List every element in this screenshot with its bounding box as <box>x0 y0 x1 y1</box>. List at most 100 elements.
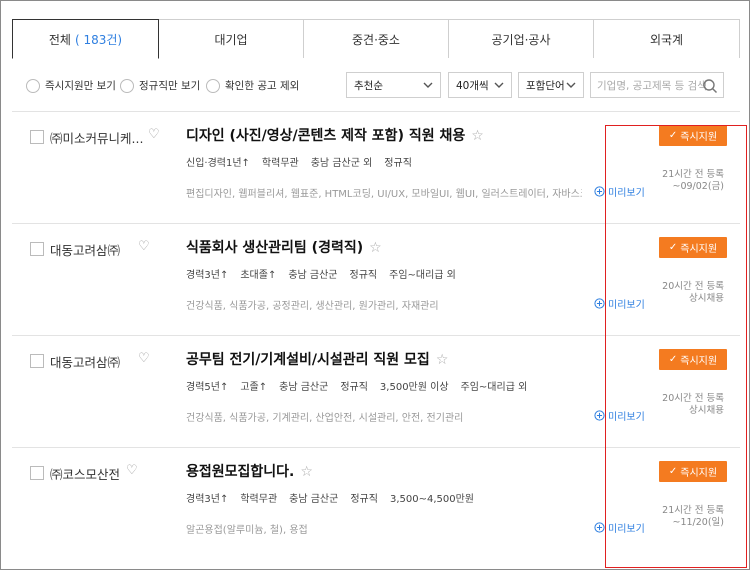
tab-mid-small[interactable]: 중견·중소 <box>304 19 449 58</box>
preview-label: 미리보기 <box>608 300 645 311</box>
search-input[interactable]: 기업명, 공고제목 등 검색 <box>590 72 724 98</box>
apply-button[interactable]: ✓ 즉시지원 <box>659 125 727 146</box>
posted-info: 21시간 전 등록 ~11/20(일) <box>662 505 724 529</box>
company-name[interactable]: 대동고려삼㈜ <box>50 240 120 259</box>
job-title[interactable]: 공무팀 전기/기계설비/시설관리 직원 모집 ☆ <box>186 349 448 369</box>
deadline: 상시채용 <box>689 405 724 416</box>
heart-icon[interactable]: ♡ <box>138 351 150 366</box>
sort-select-value: 추천순 <box>354 79 383 92</box>
condition-experience: 경력5년↑ <box>186 382 229 393</box>
apply-button-label: 즉시지원 <box>680 468 718 479</box>
condition-location: 충남 금산군 <box>288 270 338 281</box>
apply-button[interactable]: ✓ 즉시지원 <box>659 349 727 370</box>
heart-icon[interactable]: ♡ <box>148 127 160 142</box>
job-title-text: 용접원모집합니다. <box>186 464 295 480</box>
job-conditions: 경력3년↑ 학력무관 충남 금산군 정규직 3,500~4,500만원 <box>186 490 486 505</box>
condition-experience: 신입·경력1년↑ <box>186 158 250 169</box>
job-tags: 알곤용접(알루미늄, 철), 용접 <box>186 525 308 536</box>
filter-immediate-only-label: 즉시지원만 보기 <box>45 80 116 92</box>
star-icon[interactable]: ☆ <box>300 464 313 480</box>
search-icon[interactable] <box>702 78 718 94</box>
filter-regular-only[interactable]: 정규직만 보기 <box>120 78 200 93</box>
plus-circle-icon <box>594 186 605 197</box>
job-row: ㈜미소커뮤니케... ♡ 디자인 (사진/영상/콘텐츠 제작 포함) 직원 채용… <box>12 112 740 224</box>
posted-time: 21시간 전 등록 <box>662 505 724 516</box>
job-checkbox[interactable] <box>30 130 44 144</box>
condition-employment-type: 정규직 <box>340 382 368 393</box>
job-title-text: 식품회사 생산관리팀 (경력직) <box>186 240 364 256</box>
job-title-text: 디자인 (사진/영상/콘텐츠 제작 포함) 직원 채용 <box>186 128 466 144</box>
job-checkbox[interactable] <box>30 242 44 256</box>
tab-public-label: 공기업·공사 <box>491 32 551 47</box>
per-page-select[interactable]: 40개씩 <box>448 72 512 98</box>
apply-button-label: 즉시지원 <box>680 356 718 367</box>
sort-select[interactable]: 추천순 <box>346 72 441 98</box>
tab-all-label: 전체 <box>48 32 71 47</box>
apply-button-label: 즉시지원 <box>680 244 718 255</box>
radio-icon <box>206 78 220 93</box>
deadline: ~11/20(일) <box>672 517 725 528</box>
chevron-down-icon <box>494 82 504 88</box>
condition-location: 충남 금산군 <box>289 494 339 505</box>
search-placeholder: 기업명, 공고제목 등 검색 <box>597 79 707 92</box>
job-conditions: 신입·경력1년↑ 학력무관 충남 금산군 외 정규직 <box>186 154 424 169</box>
filter-bar: 즉시지원만 보기 정규직만 보기 확인한 공고 제외 추천순 40개씩 포함단어… <box>12 70 740 102</box>
deadline: ~09/02(금) <box>672 181 725 192</box>
star-icon[interactable]: ☆ <box>369 240 382 256</box>
job-tags: 건강식품, 식품가공, 기계관리, 산업안전, 시설관리, 안전, 전기관리 <box>186 413 464 424</box>
tab-all[interactable]: 전체 ( 183건) <box>12 19 159 59</box>
company-name[interactable]: ㈜코스모산전 <box>50 464 120 483</box>
condition-rank: 주임~대리급 외 <box>460 382 528 393</box>
job-title-text: 공무팀 전기/기계설비/시설관리 직원 모집 <box>186 352 430 368</box>
apply-button[interactable]: ✓ 즉시지원 <box>659 461 727 482</box>
tab-all-count: ( 183건) <box>74 32 123 47</box>
star-icon[interactable]: ☆ <box>436 352 449 368</box>
chevron-down-icon <box>423 82 433 88</box>
heart-icon[interactable]: ♡ <box>126 463 138 478</box>
tab-foreign-label: 외국계 <box>649 32 684 47</box>
preview-link[interactable]: 미리보기 <box>594 520 645 535</box>
condition-salary: 3,500만원 이상 <box>379 382 449 393</box>
radio-icon <box>120 78 134 93</box>
search-scope-select-value: 포함단어 <box>526 79 565 92</box>
check-icon: ✓ <box>668 466 678 477</box>
tab-public[interactable]: 공기업·공사 <box>449 19 594 58</box>
job-title[interactable]: 디자인 (사진/영상/콘텐츠 제작 포함) 직원 채용 ☆ <box>186 125 484 145</box>
plus-circle-icon <box>594 410 605 421</box>
check-icon: ✓ <box>668 242 678 253</box>
job-tags: 건강식품, 식품가공, 공정관리, 생산관리, 원가관리, 자재관리 <box>186 301 439 312</box>
condition-education: 고졸↑ <box>240 382 268 393</box>
chevron-down-icon <box>566 82 576 88</box>
tab-foreign[interactable]: 외국계 <box>594 19 740 58</box>
job-checkbox[interactable] <box>30 466 44 480</box>
heart-icon[interactable]: ♡ <box>138 239 150 254</box>
posted-time: 20시간 전 등록 <box>662 281 724 292</box>
posted-info: 20시간 전 등록 상시채용 <box>662 281 724 305</box>
filter-regular-only-label: 정규직만 보기 <box>139 80 201 92</box>
job-conditions: 경력5년↑ 고졸↑ 충남 금산군 정규직 3,500만원 이상 주임~대리급 외 <box>186 378 539 393</box>
category-tabs: 전체 ( 183건) 대기업 중견·중소 공기업·공사 외국계 <box>12 19 740 59</box>
job-row: ㈜코스모산전 ♡ 용접원모집합니다. ☆ 경력3년↑ 학력무관 충남 금산군 정규… <box>12 448 740 560</box>
condition-education: 학력무관 <box>261 158 299 169</box>
search-scope-select[interactable]: 포함단어 <box>518 72 584 98</box>
radio-icon <box>26 78 40 93</box>
job-title[interactable]: 용접원모집합니다. ☆ <box>186 461 313 481</box>
condition-location: 충남 금산군 외 <box>310 158 373 169</box>
filter-immediate-only[interactable]: 즉시지원만 보기 <box>26 78 116 93</box>
condition-location: 충남 금산군 <box>279 382 329 393</box>
condition-employment-type: 정규직 <box>350 494 378 505</box>
apply-button[interactable]: ✓ 즉시지원 <box>659 237 727 258</box>
star-icon[interactable]: ☆ <box>471 128 484 144</box>
company-name[interactable]: ㈜미소커뮤니케... <box>50 128 143 147</box>
tab-large-company[interactable]: 대기업 <box>159 19 304 58</box>
preview-link[interactable]: 미리보기 <box>594 408 645 423</box>
job-row: 대동고려삼㈜ ♡ 식품회사 생산관리팀 (경력직) ☆ 경력3년↑ 초대졸↑ 충남… <box>12 224 740 336</box>
check-icon: ✓ <box>668 354 678 365</box>
company-name[interactable]: 대동고려삼㈜ <box>50 352 120 371</box>
job-title[interactable]: 식품회사 생산관리팀 (경력직) ☆ <box>186 237 382 257</box>
filter-exclude-seen-label: 확인한 공고 제외 <box>225 80 300 92</box>
preview-link[interactable]: 미리보기 <box>594 184 645 199</box>
preview-link[interactable]: 미리보기 <box>594 296 645 311</box>
job-checkbox[interactable] <box>30 354 44 368</box>
filter-exclude-seen[interactable]: 확인한 공고 제외 <box>206 78 299 93</box>
